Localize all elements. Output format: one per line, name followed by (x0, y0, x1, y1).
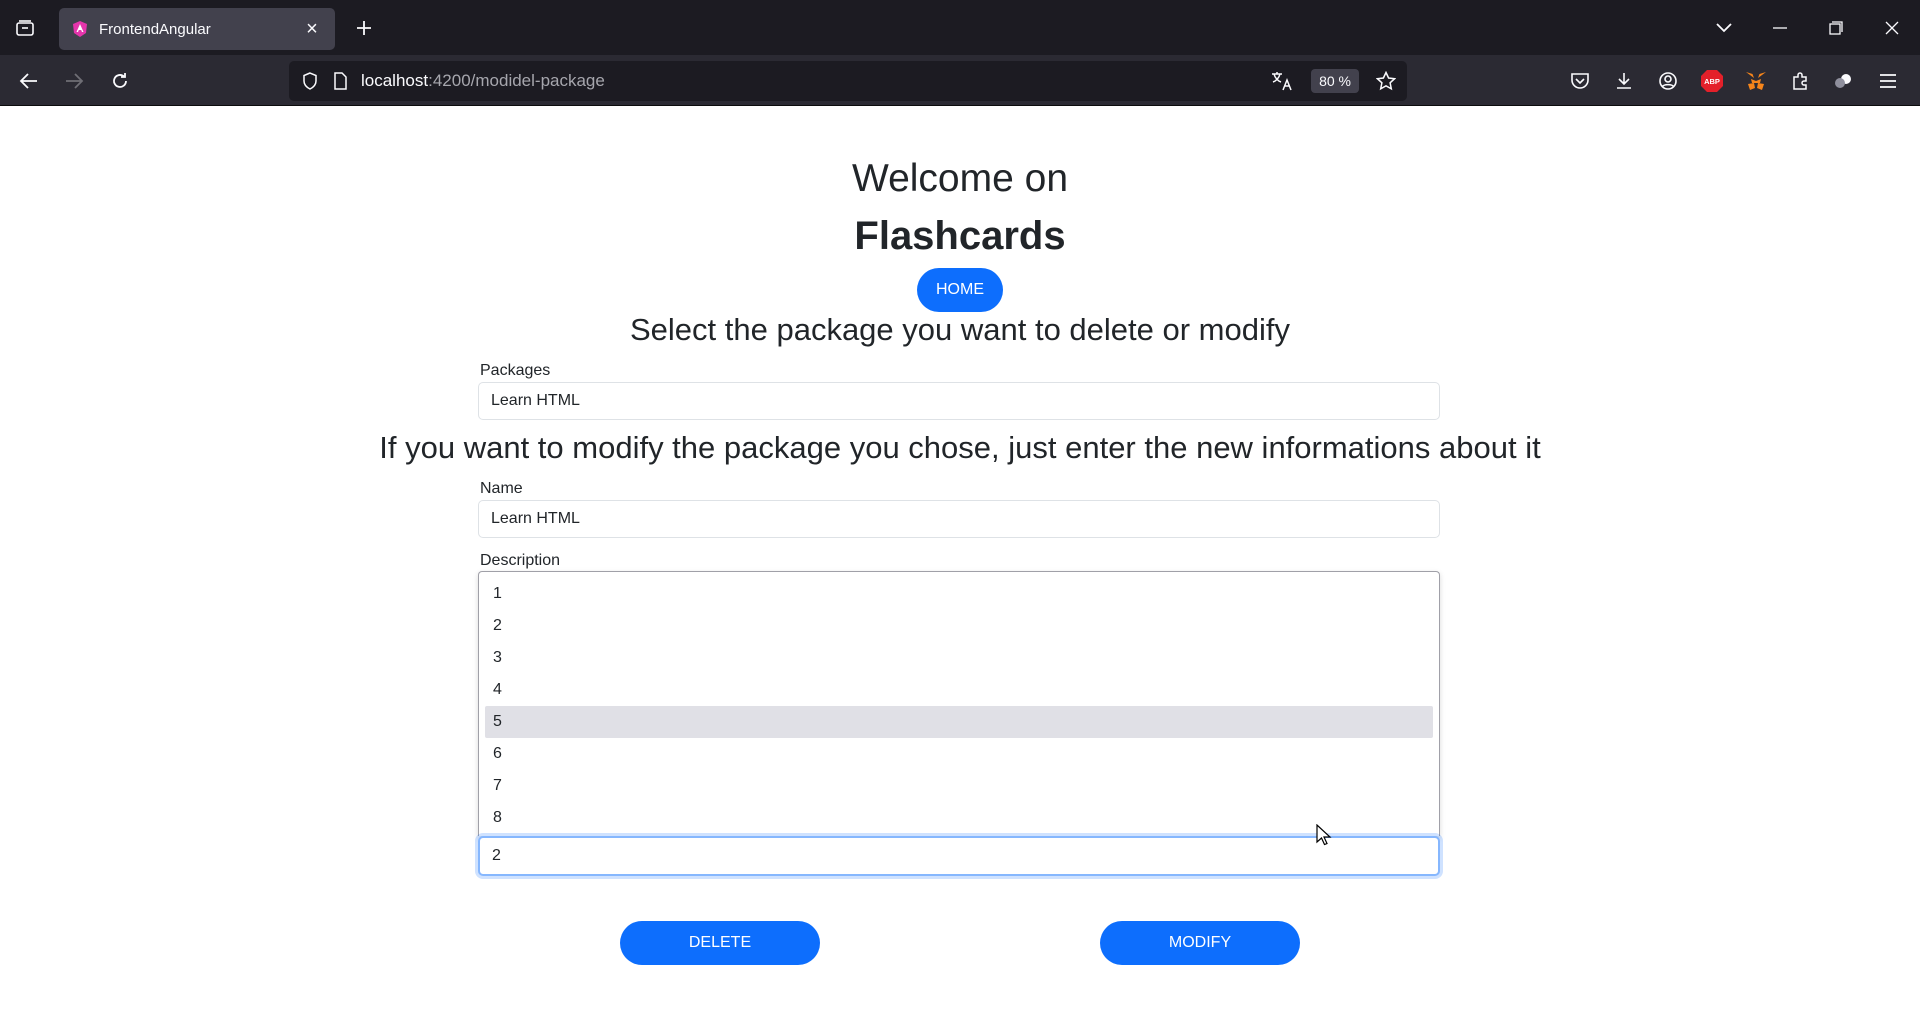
description-dropdown-list: 1 2 3 4 5 6 7 8 (478, 571, 1440, 836)
dropdown-option[interactable]: 2 (485, 610, 1433, 642)
modify-button[interactable]: MODIFY (1100, 921, 1300, 965)
toolbar-icons: ABP (1558, 55, 1910, 106)
mouse-cursor-icon (1316, 823, 1332, 846)
zoom-badge[interactable]: 80 % (1311, 69, 1359, 93)
menu-icon[interactable] (1866, 61, 1910, 101)
packages-label: Packages (480, 362, 551, 379)
home-button[interactable]: HOME (917, 268, 1003, 312)
page-content: Welcome on Flashcards HOME Select the pa… (0, 106, 1920, 1020)
browser-tab-bar: FrontendAngular × (0, 0, 1920, 55)
dropdown-option[interactable]: 4 (485, 674, 1433, 706)
translate-icon[interactable] (1267, 61, 1297, 101)
adblock-label: ABP (1704, 77, 1720, 86)
download-icon[interactable] (1602, 61, 1646, 101)
angular-favicon (71, 20, 89, 38)
shield-icon[interactable] (295, 61, 325, 101)
dropdown-option[interactable]: 3 (485, 642, 1433, 674)
url-bar[interactable]: localhost:4200/modidel-package 80 % (289, 61, 1407, 101)
welcome-heading: Welcome on (851, 157, 1069, 200)
plus-icon[interactable] (348, 12, 380, 44)
dropdown-option-hovered[interactable]: 5 (485, 706, 1433, 738)
description-label: Description (480, 552, 561, 569)
minimize-icon[interactable] (1752, 0, 1808, 55)
chevron-down-icon[interactable] (1696, 0, 1752, 55)
profile-icon[interactable] (1822, 61, 1866, 101)
brand-title: Flashcards (854, 214, 1066, 258)
url-path: :4200/modidel-package (428, 71, 605, 90)
packages-select[interactable]: Learn HTML (478, 382, 1440, 420)
delete-button[interactable]: DELETE (620, 921, 820, 965)
back-icon[interactable] (12, 64, 46, 98)
dropdown-option[interactable]: 6 (485, 738, 1433, 770)
extensions-icon[interactable] (1778, 61, 1822, 101)
pocket-icon[interactable] (1558, 61, 1602, 101)
browser-nav-bar: localhost:4200/modidel-package 80 % ABP (0, 55, 1920, 106)
forward-icon[interactable] (57, 64, 91, 98)
page-icon[interactable] (325, 61, 355, 101)
account-icon[interactable] (1646, 61, 1690, 101)
star-icon[interactable] (1371, 61, 1401, 101)
browser-tab[interactable]: FrontendAngular × (59, 8, 335, 50)
restore-icon[interactable] (1808, 0, 1864, 55)
name-input[interactable]: Learn HTML (478, 500, 1440, 538)
dropdown-option[interactable]: 7 (485, 770, 1433, 802)
description-select[interactable]: 2 (478, 836, 1440, 876)
url-text[interactable]: localhost:4200/modidel-package (361, 71, 1267, 91)
tab-list-icon[interactable] (10, 13, 40, 43)
select-package-heading: Select the package you want to delete or… (629, 312, 1290, 347)
window-close-icon[interactable] (1864, 0, 1920, 55)
modify-heading: If you want to modify the package you ch… (379, 430, 1541, 465)
dropdown-option[interactable]: 1 (485, 578, 1433, 610)
url-host: localhost (361, 71, 429, 90)
close-icon[interactable]: × (301, 18, 323, 40)
window-controls (1696, 0, 1920, 55)
adblock-icon[interactable]: ABP (1690, 61, 1734, 101)
name-label: Name (480, 480, 523, 497)
tab-title: FrontendAngular (99, 20, 211, 38)
metamask-icon[interactable] (1734, 61, 1778, 101)
reload-icon[interactable] (103, 64, 137, 98)
dropdown-option[interactable]: 8 (485, 802, 1433, 834)
